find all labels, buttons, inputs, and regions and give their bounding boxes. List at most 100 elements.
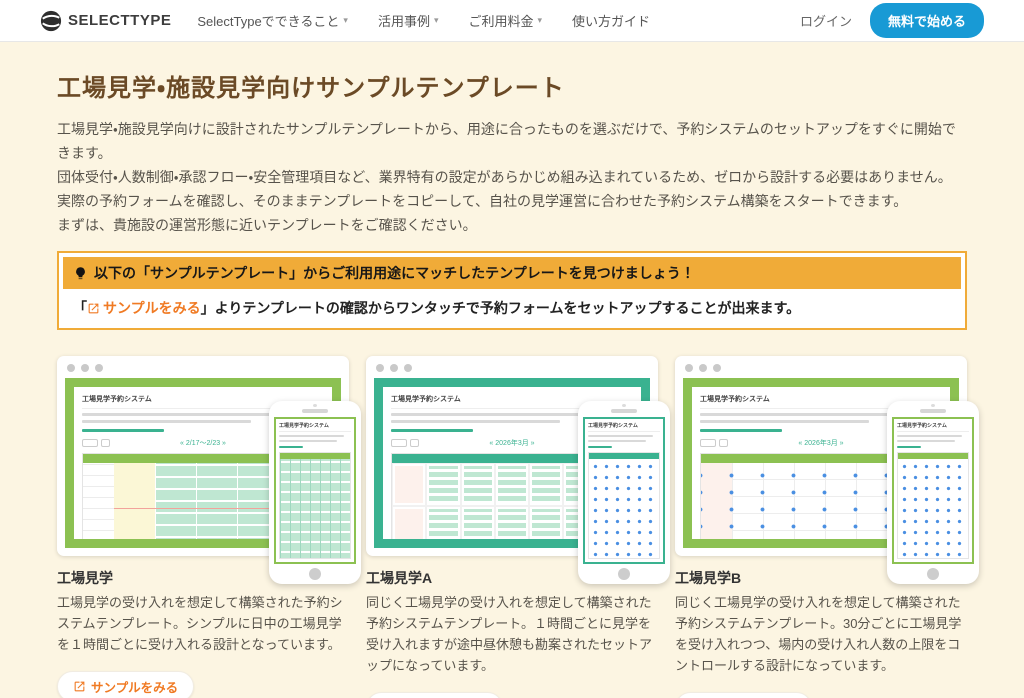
phone-mockup: 工場見学予約システム xyxy=(269,401,361,584)
callout-box: 以下の「サンプルテンプレート」からご利用用途にマッチしたテンプレートを見つけまし… xyxy=(57,251,967,330)
callout-suffix: 」よりテンプレートの確認からワンタッチで予約フォームをセットアップすることが出来… xyxy=(201,298,800,318)
nav-item-pricing[interactable]: ご利用料金 ▾ xyxy=(469,11,543,30)
placeholder-link-line xyxy=(391,429,473,432)
page-title: 工場見学・施設見学向けサンプルテンプレート xyxy=(57,68,967,103)
lightbulb-icon xyxy=(73,266,88,281)
login-link[interactable]: ログイン xyxy=(800,11,852,30)
placeholder-text-line xyxy=(279,435,344,437)
placeholder-link-line xyxy=(82,429,164,432)
view-sample-label: サンプルをみる xyxy=(91,677,178,696)
placeholder-text-line xyxy=(391,420,560,423)
external-link-icon xyxy=(73,680,86,693)
thumb-today-button xyxy=(391,439,407,447)
phone-calendar-graphic xyxy=(279,452,351,559)
template-card: 工場見学予約システム « 2/17〜2/23 » xyxy=(57,356,349,698)
intro-paragraph: 工場見学・施設見学向けに設計されたサンプルテンプレートから、用途に合ったものを選… xyxy=(57,117,967,237)
placeholder-text-line xyxy=(700,420,869,423)
logo-text: SELECTTYPE xyxy=(68,12,171,29)
intro-line: 実際の予約フォームを確認し、そのままテンプレートをコピーして、自社の見学運営に合… xyxy=(57,189,967,213)
card-description: 工場見学の受け入れを想定して構築された予約システムテンプレート。シンプルに日中の… xyxy=(57,592,349,655)
callout-body: 「 サンプルをみる 」よりテンプレートの確認からワンタッチで予約フォームをセット… xyxy=(63,289,961,324)
thumb-period-label: « 2026年3月 » xyxy=(798,438,843,448)
placeholder-link-line xyxy=(897,446,921,448)
template-thumbnail: 工場見学予約システム « 2/17〜2/23 » xyxy=(57,356,349,556)
template-thumbnail: 工場見学予約システム « 2026年3月 » xyxy=(675,356,967,556)
thumb-today-button xyxy=(700,439,716,447)
phone-calendar-graphic xyxy=(588,452,660,559)
thumb-app-title: 工場見学予約システム xyxy=(279,422,351,432)
thumb-app-title: 工場見学予約システム xyxy=(588,422,660,432)
selecttype-logo-icon xyxy=(40,10,62,32)
thumb-next-button xyxy=(719,439,728,447)
card-description: 同じく工場見学の受け入れを想定して構築された予約システムテンプレート。30分ごと… xyxy=(675,592,967,676)
thumb-next-button xyxy=(410,439,419,447)
template-cards-grid: 工場見学予約システム « 2/17〜2/23 » xyxy=(57,356,967,698)
placeholder-text-line xyxy=(82,413,300,416)
placeholder-link-line xyxy=(588,446,612,448)
chevron-down-icon: ▾ xyxy=(343,15,348,26)
top-navigation-bar: SELECTTYPE SelectTypeでできること ▾ 活用事例 ▾ ご利用… xyxy=(0,0,1024,42)
card-description: 同じく工場見学の受け入れを想定して構築された予約システムテンプレート。１時間ごと… xyxy=(366,592,658,676)
thumb-next-button xyxy=(101,439,110,447)
placeholder-text-line xyxy=(700,413,918,416)
card-actions: サンプルをみる このフォームの作り方 xyxy=(366,692,658,698)
card-actions: サンプルをみる このフォームの作り方 xyxy=(675,692,967,698)
chevron-down-icon: ▾ xyxy=(538,15,543,26)
main-nav: SelectTypeでできること ▾ 活用事例 ▾ ご利用料金 ▾ 使い方ガイド xyxy=(197,11,650,30)
placeholder-text-line xyxy=(588,435,653,437)
selecttype-logo[interactable]: SELECTTYPE xyxy=(40,10,171,32)
start-free-button[interactable]: 無料で始める xyxy=(870,3,984,38)
thumb-today-button xyxy=(82,439,98,447)
placeholder-text-line xyxy=(897,440,955,442)
sample-link-label: サンプルをみる xyxy=(103,298,201,318)
placeholder-text-line xyxy=(82,420,251,423)
nav-label: SelectTypeでできること xyxy=(197,11,339,30)
thumb-period-label: « 2/17〜2/23 » xyxy=(180,438,226,448)
window-dots xyxy=(57,356,349,378)
window-dots xyxy=(675,356,967,378)
nav-label: 使い方ガイド xyxy=(572,11,650,30)
placeholder-text-line xyxy=(897,435,962,437)
phone-calendar-graphic xyxy=(897,452,969,559)
phone-home-button xyxy=(927,568,939,580)
template-card: 工場見学予約システム « 2026年3月 » xyxy=(675,356,967,698)
window-dots xyxy=(366,356,658,378)
view-sample-button[interactable]: サンプルをみる xyxy=(675,692,812,698)
card-actions: サンプルをみる このフォームの作り方 xyxy=(57,671,349,698)
nav-item-case-studies[interactable]: 活用事例 ▾ xyxy=(378,11,439,30)
intro-line: まずは、貴施設の運営形態に近いテンプレートをご確認ください。 xyxy=(57,213,967,237)
phone-screen: 工場見学予約システム xyxy=(274,417,356,564)
template-card: 工場見学予約システム « 2026年3月 » xyxy=(366,356,658,698)
thumb-period-label: « 2026年3月 » xyxy=(489,438,534,448)
nav-item-features[interactable]: SelectTypeでできること ▾ xyxy=(197,11,348,30)
placeholder-link-line xyxy=(700,429,782,432)
phone-speaker xyxy=(920,409,946,413)
placeholder-text-line xyxy=(588,440,646,442)
thumb-app-title: 工場見学予約システム xyxy=(897,422,969,432)
intro-line: 工場見学・施設見学向けに設計されたサンプルテンプレートから、用途に合ったものを選… xyxy=(57,117,967,165)
nav-label: 活用事例 xyxy=(378,11,430,30)
phone-screen: 工場見学予約システム xyxy=(892,417,974,564)
main-content: 工場見学・施設見学向けサンプルテンプレート 工場見学・施設見学向けに設計されたサ… xyxy=(0,42,1024,698)
callout-prefix: 「 xyxy=(73,298,87,318)
external-link-icon xyxy=(87,302,100,315)
phone-speaker xyxy=(611,409,637,413)
callout-headline: 以下の「サンプルテンプレート」からご利用用途にマッチしたテンプレートを見つけまし… xyxy=(63,257,961,289)
chevron-down-icon: ▾ xyxy=(434,15,439,26)
phone-mockup: 工場見学予約システム xyxy=(887,401,979,584)
nav-item-guide[interactable]: 使い方ガイド xyxy=(572,11,650,30)
placeholder-text-line xyxy=(279,440,337,442)
phone-home-button xyxy=(618,568,630,580)
view-sample-button[interactable]: サンプルをみる xyxy=(366,692,503,698)
view-sample-button[interactable]: サンプルをみる xyxy=(57,671,194,698)
phone-screen: 工場見学予約システム xyxy=(583,417,665,564)
header-actions: ログイン 無料で始める xyxy=(800,3,984,38)
phone-home-button xyxy=(309,568,321,580)
phone-mockup: 工場見学予約システム xyxy=(578,401,670,584)
template-thumbnail: 工場見学予約システム « 2026年3月 » xyxy=(366,356,658,556)
callout-headline-text: 以下の「サンプルテンプレート」からご利用用途にマッチしたテンプレートを見つけまし… xyxy=(94,263,695,283)
intro-line: 団体受付・人数制御・承認フロー・安全管理項目など、業界特有の設定があらかじめ組み… xyxy=(57,165,967,189)
nav-label: ご利用料金 xyxy=(469,11,534,30)
sample-link[interactable]: サンプルをみる xyxy=(87,298,201,318)
placeholder-text-line xyxy=(391,413,609,416)
